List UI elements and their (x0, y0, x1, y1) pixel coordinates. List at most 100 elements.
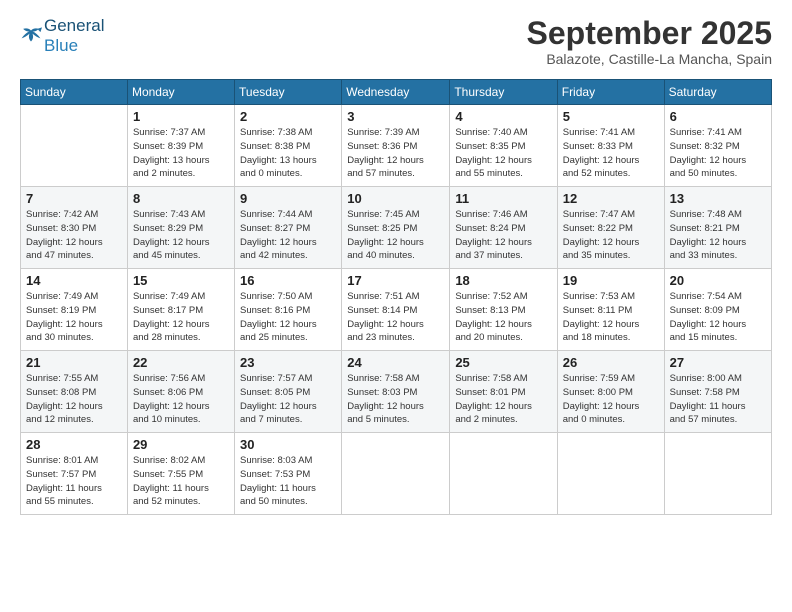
calendar-cell: 14Sunrise: 7:49 AM Sunset: 8:19 PM Dayli… (21, 269, 128, 351)
logo-icon (20, 27, 42, 45)
day-info: Sunrise: 7:47 AM Sunset: 8:22 PM Dayligh… (563, 208, 659, 263)
day-info: Sunrise: 7:54 AM Sunset: 8:09 PM Dayligh… (670, 290, 766, 345)
calendar-cell (557, 433, 664, 515)
calendar-cell: 11 Sunrise: 7:46 AM Sunset: 8:24 PM Dayli… (450, 187, 557, 269)
day-info: Sunrise: 7:48 AM Sunset: 8:21 PM Dayligh… (670, 208, 766, 263)
calendar-cell: 22 Sunrise: 7:56 AM Sunset: 8:06 PM Dayli… (127, 351, 234, 433)
calendar-cell: 17 Sunrise: 7:51 AM Sunset: 8:14 PM Dayli… (342, 269, 450, 351)
day-number: 11 (455, 191, 551, 206)
day-number: 4 (455, 109, 551, 124)
calendar-cell: 24Sunrise: 7:58 AM Sunset: 8:03 PM Dayli… (342, 351, 450, 433)
day-number: 22 (133, 355, 229, 370)
calendar-cell: 21 Sunrise: 7:55 AM Sunset: 8:08 PM Dayli… (21, 351, 128, 433)
calendar-cell: 28 Sunrise: 8:01 AM Sunset: 7:57 PM Dayli… (21, 433, 128, 515)
calendar-cell: 5 Sunrise: 7:41 AM Sunset: 8:33 PM Daylig… (557, 105, 664, 187)
calendar-cell: 29 Sunrise: 8:02 AM Sunset: 7:55 PM Dayli… (127, 433, 234, 515)
day-number: 29 (133, 437, 229, 452)
calendar-cell: 2 Sunrise: 7:38 AM Sunset: 8:38 PM Daylig… (235, 105, 342, 187)
col-friday: Friday (557, 80, 664, 105)
day-info: Sunrise: 8:03 AM Sunset: 7:53 PM Dayligh… (240, 454, 336, 509)
calendar-cell: 6Sunrise: 7:41 AM Sunset: 8:32 PM Daylig… (664, 105, 771, 187)
calendar-cell: 26 Sunrise: 7:59 AM Sunset: 8:00 PM Dayli… (557, 351, 664, 433)
day-info: Sunrise: 7:59 AM Sunset: 8:00 PM Dayligh… (563, 372, 659, 427)
day-number: 15 (133, 273, 229, 288)
day-number: 26 (563, 355, 659, 370)
day-info: Sunrise: 7:52 AM Sunset: 8:13 PM Dayligh… (455, 290, 551, 345)
day-info: Sunrise: 7:55 AM Sunset: 8:08 PM Dayligh… (26, 372, 122, 427)
day-number: 5 (563, 109, 659, 124)
calendar-cell: 13 Sunrise: 7:48 AM Sunset: 8:21 PM Dayli… (664, 187, 771, 269)
day-number: 13 (670, 191, 766, 206)
title-block: September 2025 Balazote, Castille-La Man… (527, 16, 772, 67)
calendar-cell: 27Sunrise: 8:00 AM Sunset: 7:58 PM Dayli… (664, 351, 771, 433)
day-info: Sunrise: 7:37 AM Sunset: 8:39 PM Dayligh… (133, 126, 229, 181)
day-number: 25 (455, 355, 551, 370)
calendar-week-row: 21 Sunrise: 7:55 AM Sunset: 8:08 PM Dayli… (21, 351, 772, 433)
calendar-cell: 12 Sunrise: 7:47 AM Sunset: 8:22 PM Dayli… (557, 187, 664, 269)
day-info: Sunrise: 7:39 AM Sunset: 8:36 PM Dayligh… (347, 126, 444, 181)
calendar-cell: 1 Sunrise: 7:37 AM Sunset: 8:39 PM Daylig… (127, 105, 234, 187)
calendar-cell: 19Sunrise: 7:53 AM Sunset: 8:11 PM Dayli… (557, 269, 664, 351)
logo-general: General (44, 16, 104, 36)
col-sunday: Sunday (21, 80, 128, 105)
day-number: 2 (240, 109, 336, 124)
day-number: 18 (455, 273, 551, 288)
calendar-cell: 10Sunrise: 7:45 AM Sunset: 8:25 PM Dayli… (342, 187, 450, 269)
day-number: 7 (26, 191, 122, 206)
col-wednesday: Wednesday (342, 80, 450, 105)
calendar-cell: 23Sunrise: 7:57 AM Sunset: 8:05 PM Dayli… (235, 351, 342, 433)
day-info: Sunrise: 7:49 AM Sunset: 8:17 PM Dayligh… (133, 290, 229, 345)
calendar-table: Sunday Monday Tuesday Wednesday Thursday… (20, 79, 772, 515)
day-info: Sunrise: 8:02 AM Sunset: 7:55 PM Dayligh… (133, 454, 229, 509)
day-number: 9 (240, 191, 336, 206)
calendar-week-row: 14Sunrise: 7:49 AM Sunset: 8:19 PM Dayli… (21, 269, 772, 351)
calendar-cell: 3 Sunrise: 7:39 AM Sunset: 8:36 PM Daylig… (342, 105, 450, 187)
page-header: General Blue September 2025 Balazote, Ca… (20, 16, 772, 67)
day-info: Sunrise: 8:01 AM Sunset: 7:57 PM Dayligh… (26, 454, 122, 509)
calendar-week-row: 1 Sunrise: 7:37 AM Sunset: 8:39 PM Daylig… (21, 105, 772, 187)
day-number: 6 (670, 109, 766, 124)
day-number: 8 (133, 191, 229, 206)
calendar-cell: 15 Sunrise: 7:49 AM Sunset: 8:17 PM Dayli… (127, 269, 234, 351)
day-info: Sunrise: 7:38 AM Sunset: 8:38 PM Dayligh… (240, 126, 336, 181)
calendar-cell (21, 105, 128, 187)
day-info: Sunrise: 7:46 AM Sunset: 8:24 PM Dayligh… (455, 208, 551, 263)
col-thursday: Thursday (450, 80, 557, 105)
month-title: September 2025 (527, 16, 772, 51)
calendar-week-row: 7Sunrise: 7:42 AM Sunset: 8:30 PM Daylig… (21, 187, 772, 269)
day-info: Sunrise: 7:57 AM Sunset: 8:05 PM Dayligh… (240, 372, 336, 427)
day-number: 16 (240, 273, 336, 288)
calendar-week-row: 28 Sunrise: 8:01 AM Sunset: 7:57 PM Dayli… (21, 433, 772, 515)
col-saturday: Saturday (664, 80, 771, 105)
calendar-cell: 7Sunrise: 7:42 AM Sunset: 8:30 PM Daylig… (21, 187, 128, 269)
logo-blue: Blue (44, 36, 104, 56)
day-number: 1 (133, 109, 229, 124)
day-info: Sunrise: 7:45 AM Sunset: 8:25 PM Dayligh… (347, 208, 444, 263)
day-number: 20 (670, 273, 766, 288)
calendar-cell: 9Sunrise: 7:44 AM Sunset: 8:27 PM Daylig… (235, 187, 342, 269)
calendar-cell (664, 433, 771, 515)
day-info: Sunrise: 7:49 AM Sunset: 8:19 PM Dayligh… (26, 290, 122, 345)
day-info: Sunrise: 7:50 AM Sunset: 8:16 PM Dayligh… (240, 290, 336, 345)
calendar-cell (450, 433, 557, 515)
day-number: 19 (563, 273, 659, 288)
day-number: 17 (347, 273, 444, 288)
day-info: Sunrise: 7:51 AM Sunset: 8:14 PM Dayligh… (347, 290, 444, 345)
day-number: 12 (563, 191, 659, 206)
day-number: 21 (26, 355, 122, 370)
logo: General Blue (20, 16, 104, 56)
day-info: Sunrise: 7:56 AM Sunset: 8:06 PM Dayligh… (133, 372, 229, 427)
col-tuesday: Tuesday (235, 80, 342, 105)
col-monday: Monday (127, 80, 234, 105)
day-number: 28 (26, 437, 122, 452)
logo-text: General Blue (44, 16, 104, 56)
day-info: Sunrise: 7:41 AM Sunset: 8:33 PM Dayligh… (563, 126, 659, 181)
calendar-cell: 25Sunrise: 7:58 AM Sunset: 8:01 PM Dayli… (450, 351, 557, 433)
day-number: 30 (240, 437, 336, 452)
calendar-cell (342, 433, 450, 515)
day-info: Sunrise: 7:43 AM Sunset: 8:29 PM Dayligh… (133, 208, 229, 263)
location-subtitle: Balazote, Castille-La Mancha, Spain (527, 51, 772, 67)
day-number: 24 (347, 355, 444, 370)
calendar-header-row: Sunday Monday Tuesday Wednesday Thursday… (21, 80, 772, 105)
day-number: 3 (347, 109, 444, 124)
